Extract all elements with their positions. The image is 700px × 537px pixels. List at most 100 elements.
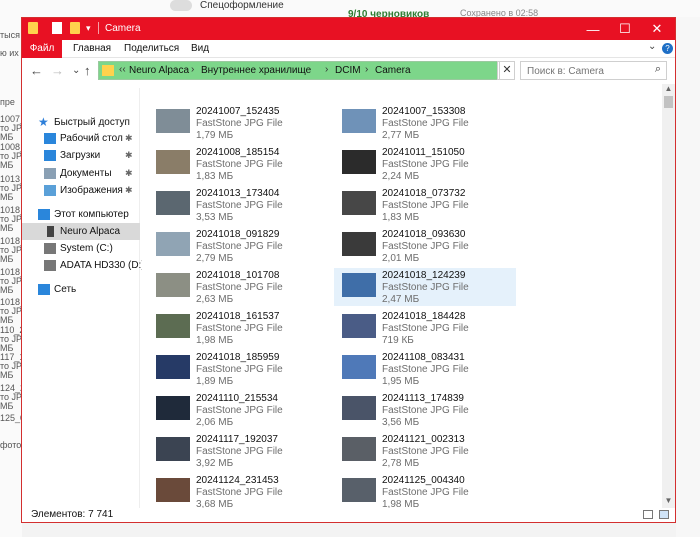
tab-file[interactable]: Файл (22, 40, 62, 58)
close-button[interactable]: ✕ (641, 18, 673, 40)
sidebar-item[interactable]: Документы ✱ (22, 165, 140, 182)
breadcrumb-internal-storage[interactable]: Внутреннее хранилище (201, 65, 311, 76)
file-name: 20241007_153308 (382, 106, 466, 117)
file-item[interactable]: 20241008_185154 FastStone JPG File 1,83 МБ (148, 145, 330, 183)
image-thumbnail (156, 191, 190, 215)
file-item[interactable]: 20241007_152435 FastStone JPG File 1,79 МБ (148, 104, 330, 142)
tab-view[interactable]: Вид (191, 40, 209, 58)
chevron-right-icon[interactable]: › (325, 64, 328, 75)
breadcrumb-dcim[interactable]: DCIM (335, 65, 361, 76)
file-item[interactable]: 20241018_091829 FastStone JPG File 2,79 МБ (148, 227, 330, 265)
file-item[interactable]: 20241121_002313 FastStone JPG File 2,78 МБ (334, 432, 516, 470)
search-icon[interactable]: ⌕ (655, 63, 661, 76)
sidebar-item[interactable]: ADATA HD330 (D:) (22, 257, 145, 274)
address-clear-button[interactable]: ✕ (499, 61, 515, 80)
sidebar-item-label: Рабочий стол (60, 133, 123, 144)
chevron-right-icon[interactable]: › (191, 64, 194, 75)
file-name: 20241125_004340 (382, 475, 465, 486)
file-item[interactable]: 20241018_124239 FastStone JPG File 2,47 МБ (334, 268, 516, 306)
file-name: 20241117_192037 (196, 434, 278, 445)
file-item[interactable]: 20241007_153308 FastStone JPG File 2,77 МБ (334, 104, 516, 142)
ribbon-expand-icon[interactable]: ⌄ (648, 41, 656, 52)
pin-icon: ✱ (125, 150, 133, 160)
sidebar-item[interactable]: Этот компьютер (22, 206, 140, 223)
breadcrumb-neuro-alpaca[interactable]: Neuro Alpaca (129, 65, 189, 76)
scroll-down-icon[interactable]: ▼ (662, 496, 675, 508)
back-button[interactable]: ← (30, 63, 43, 78)
sidebar-item[interactable]: System (C:) (22, 240, 140, 257)
background-fragment: тыся (0, 30, 20, 40)
background-app-top: Спецоформление 9/10 черновиков Сохранено… (0, 0, 700, 20)
minimize-button[interactable]: — (577, 18, 609, 40)
sidebar-item[interactable]: Neuro Alpaca (22, 223, 140, 240)
background-fragment: ю их (0, 48, 19, 58)
file-item[interactable]: 20241117_192037 FastStone JPG File 3,92 МБ (148, 432, 330, 470)
file-item[interactable]: 20241018_185959 FastStone JPG File 1,89 МБ (148, 350, 330, 388)
file-item[interactable]: 20241013_173404 FastStone JPG File 3,53 МБ (148, 186, 330, 224)
file-type: FastStone JPG File (196, 282, 283, 293)
background-app-left: тыся ю их пре 1007_15 то JP МБ 1008_18 то JP МБ 1… (0, 0, 35, 537)
file-item[interactable]: 20241110_215534 FastStone JPG File 2,06 МБ (148, 391, 330, 429)
sidebar-item[interactable]: ★ Быстрый доступ (22, 114, 140, 131)
file-size: 2,24 МБ (382, 171, 420, 182)
drive-icon (44, 243, 56, 254)
file-type: FastStone JPG File (196, 323, 283, 334)
up-button[interactable]: ↑ (84, 63, 91, 78)
sidebar-item[interactable]: Сеть (22, 281, 140, 298)
image-thumbnail (342, 232, 376, 256)
help-icon[interactable]: ? (662, 43, 673, 54)
pictures-icon (44, 185, 56, 196)
file-item[interactable]: 20241018_161537 FastStone JPG File 1,98 МБ (148, 309, 330, 347)
tab-home[interactable]: Главная (73, 40, 111, 58)
file-size: 3,92 МБ (196, 458, 234, 469)
file-item[interactable]: 20241125_004340 FastStone JPG File 1,98 МБ (334, 473, 516, 508)
file-name: 20241108_083431 (382, 352, 465, 363)
details-view-icon[interactable] (643, 510, 653, 519)
navigation-bar: ← → ⌄ ↑ ‹‹ Neuro Alpaca › Внутреннее хра… (22, 58, 675, 84)
scroll-up-icon[interactable]: ▲ (662, 84, 675, 96)
file-size: 2,78 МБ (382, 458, 420, 469)
quick-access-dropdown-icon[interactable]: ▾ (86, 23, 96, 35)
forward-button[interactable]: → (51, 63, 64, 78)
file-name: 20241011_151050 (382, 147, 465, 158)
file-size: 1,98 МБ (382, 499, 420, 508)
file-size: 1,83 МБ (382, 212, 420, 223)
file-type: FastStone JPG File (382, 405, 469, 416)
file-type: FastStone JPG File (382, 159, 469, 170)
file-item[interactable]: 20241018_073732 FastStone JPG File 1,83 МБ (334, 186, 516, 224)
breadcrumb-camera[interactable]: Camera (375, 65, 411, 76)
sidebar-item[interactable]: Загрузки ✱ (22, 147, 140, 164)
scrollbar-thumb[interactable] (664, 96, 673, 108)
recent-locations-button[interactable]: ⌄ (72, 65, 80, 76)
sidebar-item[interactable]: Изображения ✱ (22, 182, 140, 199)
file-item[interactable]: 20241018_093630 FastStone JPG File 2,01 МБ (334, 227, 516, 265)
image-thumbnail (342, 396, 376, 420)
tab-share[interactable]: Поделиться (124, 40, 179, 58)
chevron-right-icon[interactable]: › (365, 64, 368, 75)
file-item[interactable]: 20241011_151050 FastStone JPG File 2,24 МБ (334, 145, 516, 183)
file-item[interactable]: 20241124_231453 FastStone JPG File 3,68 МБ (148, 473, 330, 508)
file-name: 20241018_184428 (382, 311, 466, 322)
vertical-scrollbar[interactable]: ▲ ▼ (662, 84, 675, 508)
properties-icon[interactable] (52, 22, 62, 34)
file-size: 1,79 МБ (196, 130, 234, 141)
sidebar-item-label: ADATA HD330 (D:) (60, 260, 145, 271)
file-name: 20241008_185154 (196, 147, 280, 158)
sidebar-item-label: Neuro Alpaca (60, 226, 121, 237)
file-type: FastStone JPG File (196, 446, 283, 457)
file-name: 20241018_093630 (382, 229, 466, 240)
sidebar-item[interactable]: Рабочий стол ✱ (22, 130, 140, 147)
search-input[interactable] (527, 64, 647, 78)
file-item[interactable]: 20241108_083431 FastStone JPG File 1,95 МБ (334, 350, 516, 388)
sidebar-item-label: Загрузки (60, 150, 101, 161)
search-box[interactable]: ⌕ (520, 61, 667, 80)
file-item[interactable]: 20241018_184428 FastStone JPG File 719 КБ (334, 309, 516, 347)
maximize-button[interactable]: ☐ (609, 18, 641, 40)
file-item[interactable]: 20241113_174839 FastStone JPG File 3,56 МБ (334, 391, 516, 429)
file-item[interactable]: 20241018_101708 FastStone JPG File 2,63 МБ (148, 268, 330, 306)
title-bar: ▾ Camera — ☐ ✕ (22, 18, 675, 40)
large-icons-view-icon[interactable] (659, 510, 669, 519)
new-folder-icon[interactable] (70, 22, 80, 34)
file-name: 20241018_124239 (382, 270, 466, 281)
address-bar[interactable]: ‹‹ Neuro Alpaca › Внутреннее хранилище ›… (98, 61, 512, 80)
